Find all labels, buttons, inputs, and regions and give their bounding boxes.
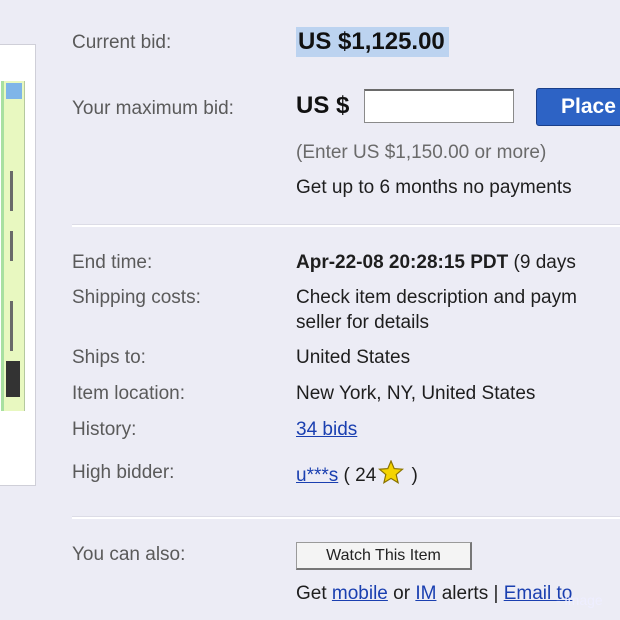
alerts-prefix: Get [296, 583, 332, 604]
ships-to-label: Ships to: [72, 347, 146, 368]
item-location-label: Item location: [72, 383, 185, 404]
history-label: History: [72, 419, 137, 440]
min-bid-hint: (Enter US $1,150.00 or more) [296, 142, 547, 163]
alerts-suffix: alerts | [436, 583, 504, 604]
thumbnail-text-line [10, 301, 13, 351]
item-location-value: New York, NY, United States [296, 383, 536, 404]
currency-label: US $ [296, 92, 350, 119]
item-thumbnail[interactable] [0, 44, 36, 486]
end-time-value: Apr-22-08 20:28:15 PDT (9 days [296, 252, 576, 274]
feedback-star-icon[interactable] [378, 460, 405, 484]
shipping-costs-line1: Check item description and paym [296, 287, 577, 308]
feedback-score-close: ) [406, 465, 418, 486]
payment-promo: Get up to 6 months no payments [296, 177, 572, 198]
shipping-costs-label: Shipping costs: [72, 287, 201, 308]
thumbnail-text-line [10, 171, 13, 211]
high-bidder-value: u***s ( 24 ) [296, 460, 418, 487]
max-bid-label: Your maximum bid: [72, 98, 234, 119]
end-time-date: Apr-22-08 20:28:15 PDT [296, 252, 509, 273]
bid-history-link[interactable]: 34 bids [296, 419, 357, 440]
end-time-label: End time: [72, 252, 153, 273]
place-bid-button[interactable]: Place [536, 88, 620, 126]
alerts-line: Get mobile or IM alerts | Email to [296, 583, 572, 605]
image-watermark: - image [556, 592, 603, 608]
item-thumbnail-image [1, 81, 25, 411]
you-can-also-label: You can also: [72, 544, 186, 565]
feedback-score-open: ( 24 [338, 465, 377, 486]
im-alerts-link[interactable]: IM [415, 583, 436, 604]
history-value: 34 bids [296, 419, 357, 441]
mobile-alerts-link[interactable]: mobile [332, 583, 388, 604]
section-divider [72, 516, 620, 519]
max-bid-input[interactable] [364, 89, 514, 123]
shipping-costs-line2: seller for details [296, 312, 430, 333]
ships-to-value: United States [296, 347, 411, 368]
high-bidder-label: High bidder: [72, 462, 175, 483]
thumbnail-header-bar [6, 83, 22, 99]
thumbnail-dark-block [6, 361, 20, 397]
current-bid-value: US $1,125.00 [296, 27, 449, 57]
watch-item-button[interactable]: Watch This Item [296, 542, 472, 570]
current-bid-label: Current bid: [72, 32, 172, 53]
alerts-or: or [387, 583, 416, 604]
end-time-remaining: (9 days [508, 252, 576, 273]
thumbnail-text-line [10, 231, 13, 261]
section-divider [72, 224, 620, 227]
high-bidder-link[interactable]: u***s [296, 465, 338, 486]
